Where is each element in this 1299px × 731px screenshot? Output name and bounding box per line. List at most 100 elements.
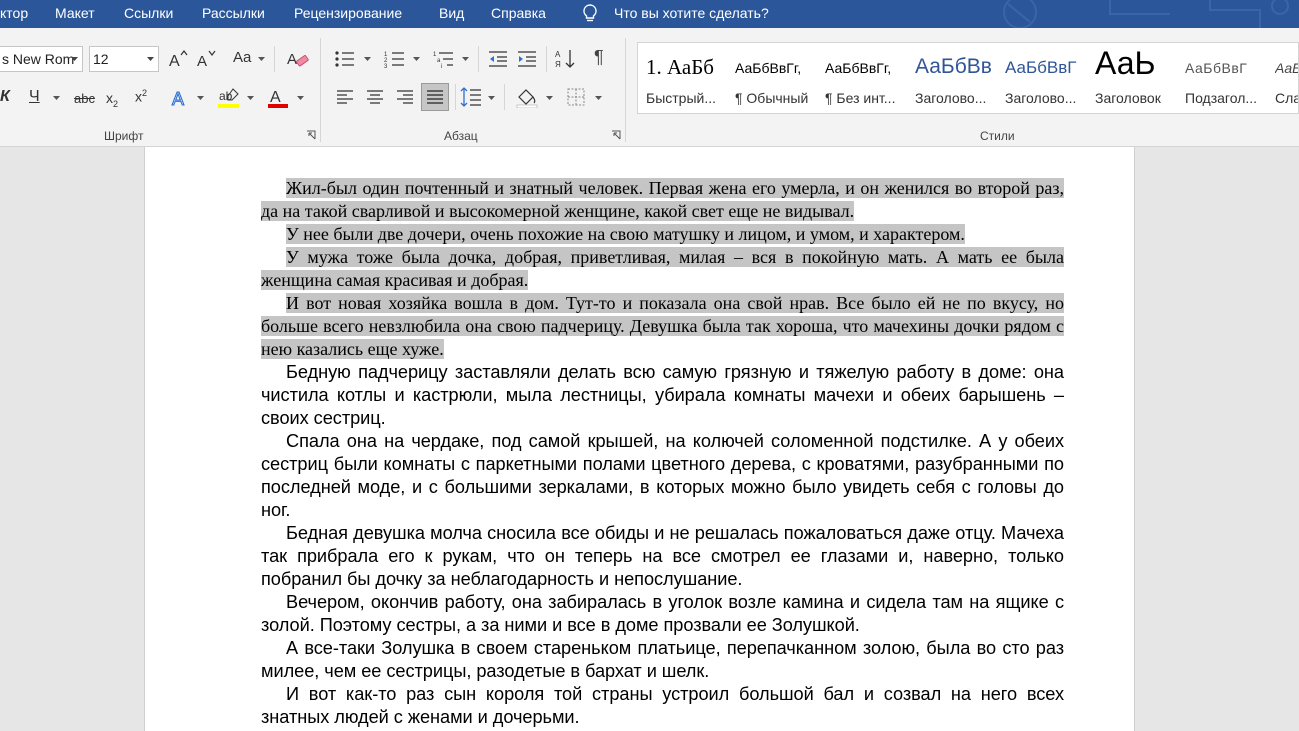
clear-formatting-icon[interactable]: A: [286, 47, 310, 71]
selected-text[interactable]: Жил-был один почтенный и знатный человек…: [261, 178, 1064, 221]
chevron-down-icon[interactable]: [595, 96, 602, 101]
svg-text:A: A: [169, 53, 180, 70]
shading-icon[interactable]: [515, 86, 539, 108]
line-spacing-icon[interactable]: [460, 86, 482, 108]
paragraph-selected[interactable]: У нее были две дочери, очень похожие на …: [261, 223, 1064, 246]
style-title[interactable]: АаЬ Заголовок: [1095, 43, 1175, 113]
multilevel-list-icon[interactable]: 1 a i: [433, 49, 455, 69]
style-name: ¶ Обычный: [735, 90, 809, 106]
style-preview: АаБбВвГ: [1185, 60, 1248, 76]
font-group-label: Шрифт: [104, 129, 144, 143]
justify-button[interactable]: [421, 83, 449, 111]
svg-text:A: A: [287, 51, 297, 68]
chevron-down-icon[interactable]: [147, 57, 154, 62]
increase-indent-icon[interactable]: [516, 49, 538, 69]
style-preview: АаБ: [1275, 60, 1299, 76]
chevron-down-icon[interactable]: [53, 96, 60, 101]
divider: [546, 46, 547, 72]
chevron-down-icon[interactable]: [71, 57, 78, 62]
paragraph[interactable]: Бедная девушка молча сносила все обиды и…: [261, 522, 1064, 591]
align-justify-icon: [427, 90, 443, 104]
chevron-down-icon[interactable]: [364, 57, 371, 62]
align-center-icon[interactable]: [366, 88, 384, 106]
style-preview: АаБбВвГг,: [825, 60, 892, 76]
group-divider: [320, 38, 321, 142]
dialog-launcher-icon[interactable]: [611, 130, 621, 140]
style-heading-2[interactable]: АаБбВвГ Заголово...: [1005, 43, 1085, 113]
font-size-value: 12: [93, 51, 109, 67]
dialog-launcher-icon[interactable]: [306, 130, 316, 140]
styles-group-label: Стили: [980, 129, 1015, 143]
style-preview: АаБбВвГг,: [735, 60, 802, 76]
chevron-down-icon[interactable]: [462, 57, 469, 62]
tab-view[interactable]: Вид: [439, 5, 464, 21]
tell-me-search[interactable]: Что вы хотите сделать?: [614, 5, 769, 21]
bullets-icon[interactable]: [334, 49, 356, 69]
superscript-button[interactable]: x2: [135, 88, 147, 105]
font-size-combo[interactable]: 12: [89, 46, 159, 72]
paragraph-selected[interactable]: Жил-был один почтенный и знатный человек…: [261, 177, 1064, 223]
document-body[interactable]: Жил-был один почтенный и знатный человек…: [261, 177, 1064, 729]
tab-review[interactable]: Рецензирование: [294, 5, 402, 21]
decrease-indent-icon[interactable]: [487, 49, 509, 69]
tab-layout[interactable]: Макет: [55, 5, 95, 21]
chevron-down-icon[interactable]: [488, 96, 495, 101]
paragraph[interactable]: И вот как-то раз сын короля той страны у…: [261, 683, 1064, 729]
divider: [504, 84, 505, 110]
paragraph[interactable]: Вечером, окончив работу, она забиралась …: [261, 591, 1064, 637]
tab-references[interactable]: Ссылки: [124, 5, 173, 21]
chevron-down-icon[interactable]: [297, 96, 304, 101]
italic-button[interactable]: К: [0, 88, 10, 106]
svg-text:A: A: [270, 89, 281, 106]
paragraph[interactable]: Спала она на чердаке, под самой крышей, …: [261, 430, 1064, 522]
font-color-icon[interactable]: A: [266, 86, 290, 110]
tab-constructor[interactable]: ктор: [0, 5, 28, 21]
grow-font-icon[interactable]: A: [167, 48, 189, 70]
selected-text[interactable]: У мужа тоже была дочка, добрая, приветли…: [261, 247, 1064, 290]
tab-help[interactable]: Справка: [491, 5, 546, 21]
style-preview: 1. АаБб: [646, 55, 714, 79]
style-subtle-emphasis[interactable]: АаБ Сла: [1275, 43, 1299, 113]
chevron-down-icon[interactable]: [413, 57, 420, 62]
style-heading-1[interactable]: АаБбВв Заголово...: [915, 43, 995, 113]
text-effects-icon[interactable]: A: [170, 87, 192, 109]
svg-text:ab: ab: [219, 89, 233, 103]
strikethrough-button[interactable]: abc: [74, 91, 95, 106]
chevron-down-icon[interactable]: [197, 96, 204, 101]
paragraph[interactable]: Бедную падчерицу заставляли делать всю с…: [261, 361, 1064, 430]
style-name: Сла: [1275, 90, 1299, 106]
style-name: Заголово...: [915, 90, 987, 106]
style-name: Заголово...: [1005, 90, 1077, 106]
tab-mailings[interactable]: Рассылки: [202, 5, 265, 21]
style-no-spacing[interactable]: АаБбВвГг, ¶ Без инт...: [825, 43, 907, 113]
highlight-color-icon[interactable]: ab: [217, 86, 241, 110]
style-normal[interactable]: АаБбВвГг, ¶ Обычный: [735, 43, 817, 113]
style-quick[interactable]: 1. АаБб Быстрый...: [646, 43, 728, 113]
numbering-icon[interactable]: 1 2 3: [384, 49, 406, 69]
align-left-icon[interactable]: [336, 88, 354, 106]
sort-icon[interactable]: A Я: [555, 48, 577, 70]
document-page[interactable]: Жил-был один почтенный и знатный человек…: [144, 147, 1135, 731]
style-preview: АаБбВвГ: [1005, 58, 1077, 77]
selected-text[interactable]: У нее были две дочери, очень похожие на …: [286, 224, 965, 244]
chevron-down-icon[interactable]: [247, 96, 254, 101]
paragraph-selected[interactable]: И вот новая хозяйка вошла в дом. Тут-то …: [261, 292, 1064, 361]
group-divider: [625, 38, 626, 142]
selected-text[interactable]: И вот новая хозяйка вошла в дом. Тут-то …: [261, 293, 1064, 359]
paragraph-selected[interactable]: У мужа тоже была дочка, добрая, приветли…: [261, 246, 1064, 292]
shrink-font-icon[interactable]: A: [195, 48, 217, 70]
show-marks-button[interactable]: ¶: [594, 47, 604, 68]
borders-icon[interactable]: [566, 87, 586, 107]
paragraph[interactable]: А все-таки Золушка в своем стареньком пл…: [261, 637, 1064, 683]
underline-button[interactable]: Ч: [29, 88, 40, 106]
chevron-down-icon[interactable]: [258, 57, 265, 62]
chevron-down-icon[interactable]: [546, 96, 553, 101]
align-right-icon[interactable]: [396, 88, 414, 106]
subscript-button[interactable]: x2: [106, 90, 118, 109]
divider: [478, 46, 479, 72]
paragraph-group-label: Абзац: [444, 129, 478, 143]
font-name-combo[interactable]: s New Rom: [0, 46, 83, 72]
lightbulb-icon[interactable]: [581, 3, 599, 23]
change-case-button[interactable]: Aa: [233, 49, 251, 66]
style-subtitle[interactable]: АаБбВвГ Подзагол...: [1185, 43, 1267, 113]
